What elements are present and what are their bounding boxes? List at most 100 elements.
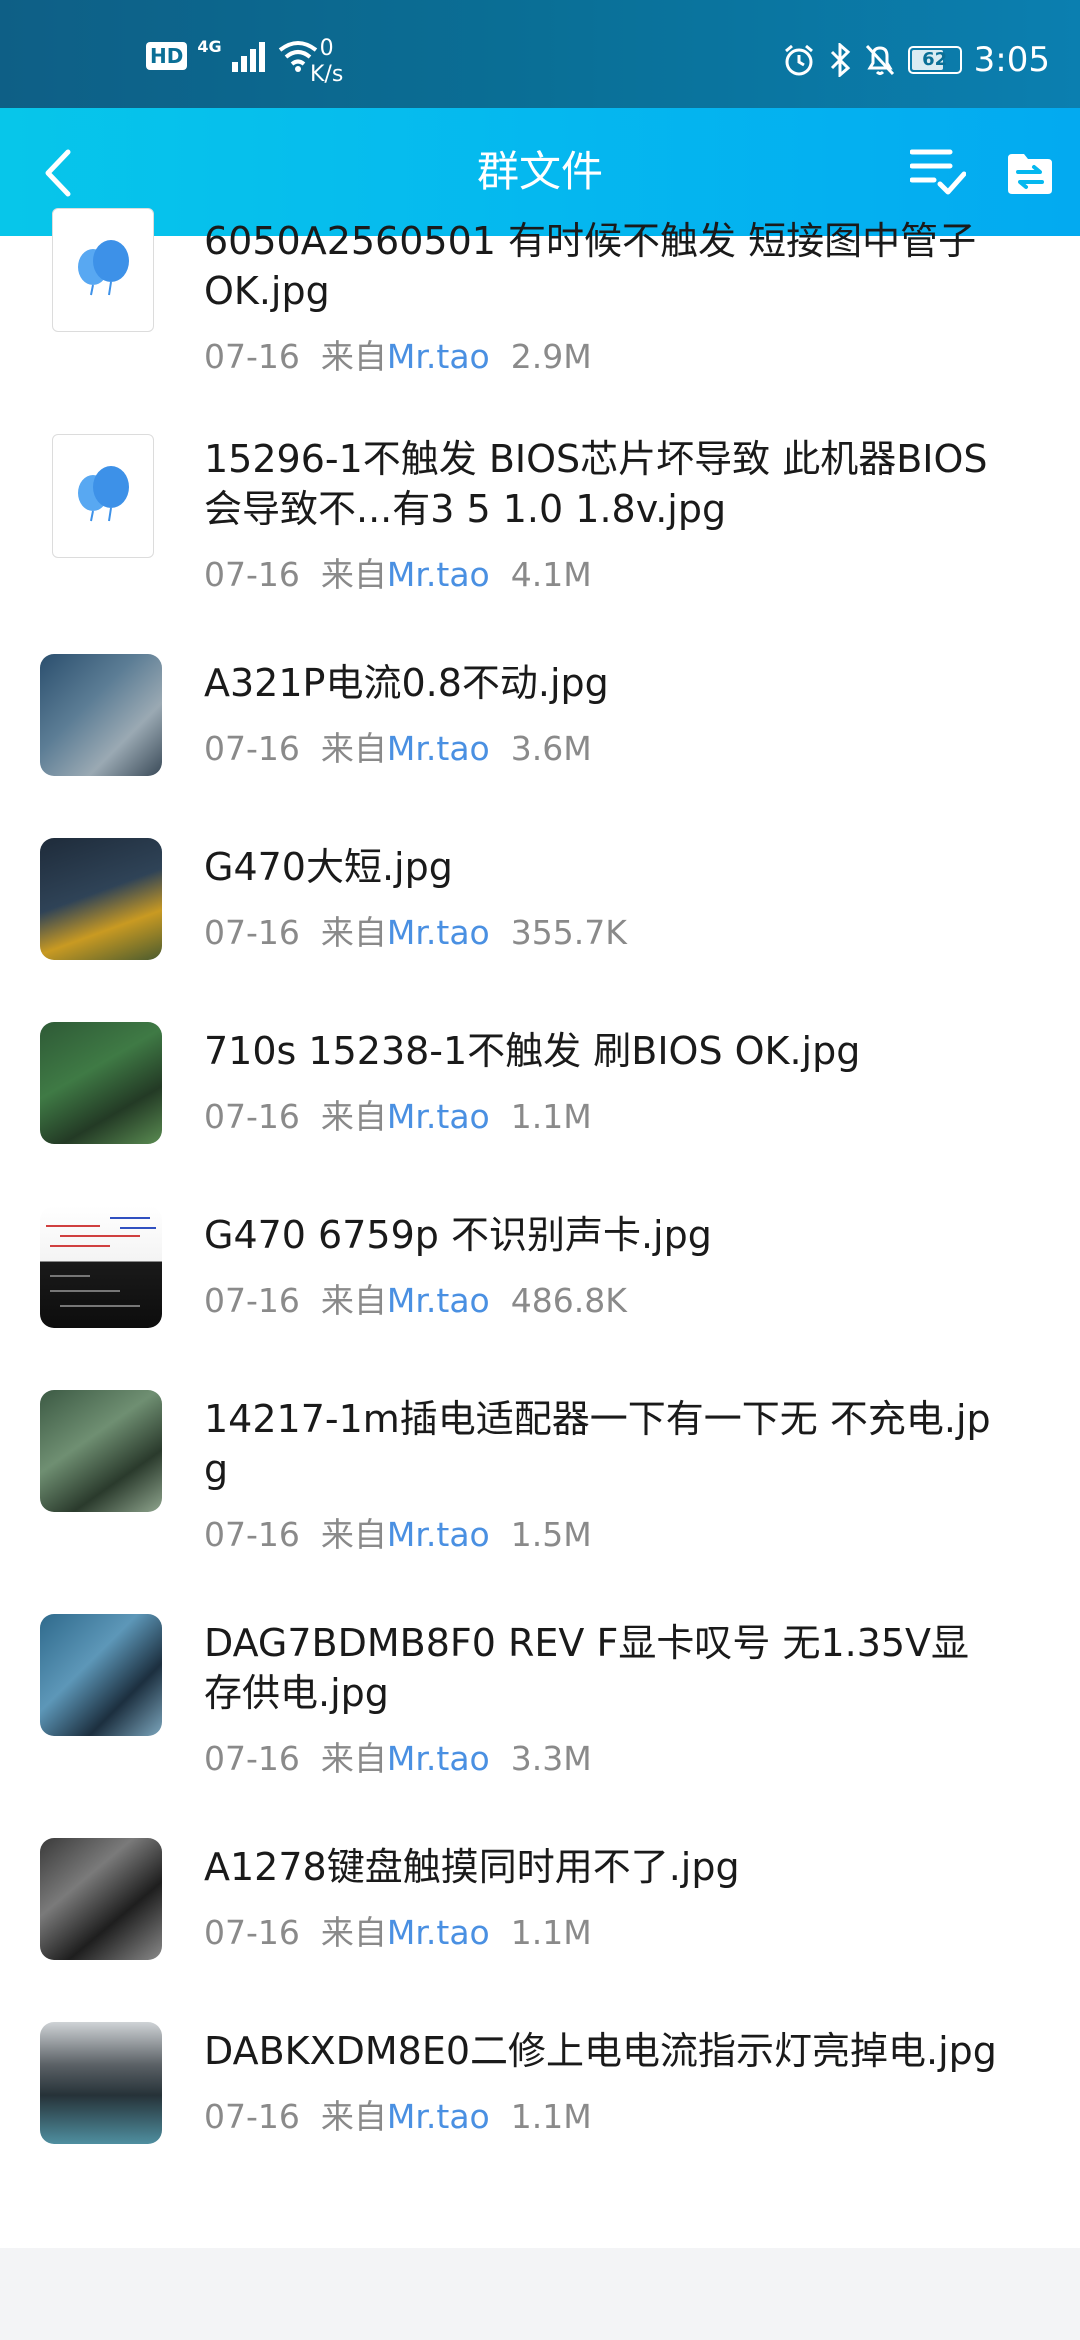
file-info: DAG7BDMB8F0 REV F显卡叹号 无1.35V显存供电.jpg 07-… xyxy=(204,1618,1000,1780)
balloon-icon xyxy=(78,466,129,522)
folder-transfer-icon xyxy=(1008,154,1052,194)
speed-unit: K/s xyxy=(310,62,344,87)
file-date: 07-16 xyxy=(204,913,300,952)
file-size: 1.5M xyxy=(510,1515,592,1554)
file-meta: 07-16 来自Mr.tao 3.6M xyxy=(204,722,1000,770)
file-date: 07-16 xyxy=(204,1913,300,1952)
sender-link[interactable]: Mr.tao xyxy=(387,1739,490,1778)
alarm-icon xyxy=(784,44,813,76)
file-date: 07-16 xyxy=(204,729,300,768)
from-label: 来自 xyxy=(320,913,387,952)
sender-link[interactable]: Mr.tao xyxy=(387,555,490,594)
from-label: 来自 xyxy=(320,729,387,768)
photo-thumbnail xyxy=(40,838,162,960)
mute-bell-icon xyxy=(865,44,894,76)
signal-icon xyxy=(231,42,265,72)
file-name: 15296-1不触发 BIOS芯片坏导致 此机器BIOS会导致不...有3 5 … xyxy=(204,437,988,531)
from-label: 来自 xyxy=(320,2097,387,2136)
file-name: A321P电流0.8不动.jpg xyxy=(204,661,609,705)
status-bar: HD 4G 0 K/s 62 3:05 xyxy=(0,0,1080,108)
list-item[interactable]: 15296-1不触发 BIOS芯片坏导致 此机器BIOS会导致不...有3 5 … xyxy=(0,426,1080,650)
photo-thumbnail xyxy=(40,1390,162,1512)
file-info: G470大短.jpg 07-16 来自Mr.tao 355.7K xyxy=(204,842,1000,954)
list-item[interactable]: DABKXDM8E0二修上电电流指示灯亮掉电.jpg 07-16 来自Mr.ta… xyxy=(0,2018,1080,2248)
list-item[interactable]: 710s 15238-1不触发 刷BIOS OK.jpg 07-16 来自Mr.… xyxy=(0,1018,1080,1202)
file-size: 1.1M xyxy=(510,2097,592,2136)
sender-link[interactable]: Mr.tao xyxy=(387,337,490,376)
balloon-icon xyxy=(78,240,129,296)
file-info: 14217-1m插电适配器一下有一下无 不充电.jpg 07-16 来自Mr.t… xyxy=(204,1394,1000,1556)
sender-link[interactable]: Mr.tao xyxy=(387,2097,490,2136)
file-name: A1278键盘触摸同时用不了.jpg xyxy=(204,1845,740,1889)
file-info: 6050A2560501 有时候不触发 短接图中管子OK.jpg 07-16 来… xyxy=(204,216,1000,378)
list-item[interactable]: 14217-1m插电适配器一下有一下无 不充电.jpg 07-16 来自Mr.t… xyxy=(0,1386,1080,1610)
bluetooth-icon xyxy=(830,43,850,77)
file-size: 4.1M xyxy=(510,555,592,594)
file-info: DABKXDM8E0二修上电电流指示灯亮掉电.jpg 07-16 来自Mr.ta… xyxy=(204,2026,1000,2138)
network-speed: 0 K/s xyxy=(310,36,343,88)
sender-link[interactable]: Mr.tao xyxy=(387,1515,490,1554)
file-meta: 07-16 来自Mr.tao 1.1M xyxy=(204,1906,1000,1954)
list-item[interactable]: 6050A2560501 有时候不触发 短接图中管子OK.jpg 07-16 来… xyxy=(0,208,1080,426)
sender-link[interactable]: Mr.tao xyxy=(387,1097,490,1136)
file-date: 07-16 xyxy=(204,1097,300,1136)
file-date: 07-16 xyxy=(204,1739,300,1778)
file-date: 07-16 xyxy=(204,2097,300,2136)
file-info: A1278键盘触摸同时用不了.jpg 07-16 来自Mr.tao 1.1M xyxy=(204,1842,1000,1954)
speed-value: 0 xyxy=(319,36,334,61)
checklist-icon xyxy=(909,149,967,195)
file-meta: 07-16 来自Mr.tao 3.3M xyxy=(204,1732,1000,1780)
file-name: 6050A2560501 有时候不触发 短接图中管子OK.jpg xyxy=(204,219,977,313)
file-info: A321P电流0.8不动.jpg 07-16 来自Mr.tao 3.6M xyxy=(204,658,1000,770)
file-size: 3.6M xyxy=(510,729,592,768)
file-thumbnail xyxy=(52,208,154,332)
from-label: 来自 xyxy=(320,337,387,376)
status-left: HD 4G xyxy=(146,37,318,72)
file-meta: 07-16 来自Mr.tao 4.1M xyxy=(204,548,1000,596)
list-item[interactable]: DAG7BDMB8F0 REV F显卡叹号 无1.35V显存供电.jpg 07-… xyxy=(0,1610,1080,1834)
from-label: 来自 xyxy=(320,1913,387,1952)
file-thumbnail xyxy=(52,434,154,558)
from-label: 来自 xyxy=(320,1097,387,1136)
photo-thumbnail xyxy=(40,1614,162,1736)
file-date: 07-16 xyxy=(204,337,300,376)
file-meta: 07-16 来自Mr.tao 355.7K xyxy=(204,906,1000,954)
file-meta: 07-16 来自Mr.tao 486.8K xyxy=(204,1274,1000,1322)
file-meta: 07-16 来自Mr.tao 1.1M xyxy=(204,2090,1000,2138)
file-size: 1.1M xyxy=(510,1097,592,1136)
file-size: 2.9M xyxy=(510,337,592,376)
file-date: 07-16 xyxy=(204,1281,300,1320)
hd-badge: HD xyxy=(146,42,188,70)
schematic-thumbnail xyxy=(40,1206,162,1328)
battery-level: 62 xyxy=(922,49,948,70)
sender-link[interactable]: Mr.tao xyxy=(387,1913,490,1952)
sender-link[interactable]: Mr.tao xyxy=(387,729,490,768)
from-label: 来自 xyxy=(320,1739,387,1778)
file-name: DAG7BDMB8F0 REV F显卡叹号 无1.35V显存供电.jpg xyxy=(204,1621,970,1715)
multi-select-button[interactable] xyxy=(909,146,967,198)
from-label: 来自 xyxy=(320,1515,387,1554)
clock: 3:05 xyxy=(973,40,1050,80)
file-info: G470 6759p 不识别声卡.jpg 07-16 来自Mr.tao 486.… xyxy=(204,1210,1000,1322)
sender-link[interactable]: Mr.tao xyxy=(387,1281,490,1320)
file-info: 710s 15238-1不触发 刷BIOS OK.jpg 07-16 来自Mr.… xyxy=(204,1026,1000,1138)
file-meta: 07-16 来自Mr.tao 1.5M xyxy=(204,1508,1000,1556)
photo-thumbnail xyxy=(40,2022,162,2144)
file-name: 710s 15238-1不触发 刷BIOS OK.jpg xyxy=(204,1029,861,1073)
list-item[interactable]: G470 6759p 不识别声卡.jpg 07-16 来自Mr.tao 486.… xyxy=(0,1202,1080,1386)
list-item[interactable]: A1278键盘触摸同时用不了.jpg 07-16 来自Mr.tao 1.1M xyxy=(0,1834,1080,2018)
file-name: G470 6759p 不识别声卡.jpg xyxy=(204,1213,712,1257)
from-label: 来自 xyxy=(320,1281,387,1320)
file-list: 6050A2560501 有时候不触发 短接图中管子OK.jpg 07-16 来… xyxy=(0,208,1080,2248)
photo-thumbnail xyxy=(40,1838,162,1960)
photo-thumbnail xyxy=(40,1022,162,1144)
list-item[interactable]: A321P电流0.8不动.jpg 07-16 来自Mr.tao 3.6M xyxy=(0,650,1080,834)
sender-link[interactable]: Mr.tao xyxy=(387,913,490,952)
file-size: 355.7K xyxy=(510,913,627,952)
file-size: 3.3M xyxy=(510,1739,592,1778)
list-item[interactable]: G470大短.jpg 07-16 来自Mr.tao 355.7K xyxy=(0,834,1080,1018)
file-info: 15296-1不触发 BIOS芯片坏导致 此机器BIOS会导致不...有3 5 … xyxy=(204,434,1000,596)
from-label: 来自 xyxy=(320,555,387,594)
battery-icon: 62 xyxy=(907,46,962,74)
transfer-folder-button[interactable] xyxy=(1006,150,1054,196)
